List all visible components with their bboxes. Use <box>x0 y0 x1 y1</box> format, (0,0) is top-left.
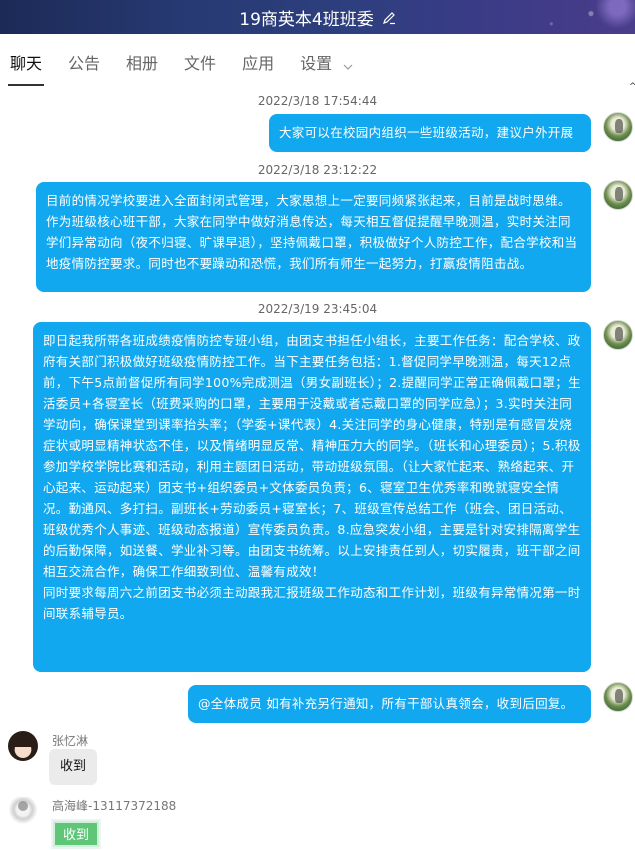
sender-name: 高海峰-13117372188 <box>52 799 177 813</box>
chat-header: 19商英本4班班委 <box>0 0 635 34</box>
group-name: 19商英本4班班委 <box>239 9 374 30</box>
message-bubble[interactable]: @全体成员 如有补充另行通知，所有干部认真领会，收到后回复。 <box>188 685 591 723</box>
tab-announcement[interactable]: 公告 <box>68 34 100 86</box>
tab-files[interactable]: 文件 <box>184 34 216 86</box>
tab-label: 聊天 <box>10 54 43 73</box>
avatar[interactable] <box>603 682 633 712</box>
message-timestamp: 2022/3/18 17:54:44 <box>257 94 378 108</box>
tab-settings[interactable]: 设置 <box>300 34 353 86</box>
message-text: 即日起我所带各班成绩疫情防控专班小组，由团支书担任小组长，主要工作任务：配合学校… <box>43 333 581 579</box>
message-text: 大家可以在校园内组织一些班级活动，建议户外开展 <box>279 125 574 140</box>
message-list[interactable]: 2022/3/18 17:54:44 大家可以在校园内组织一些班级活动，建议户外… <box>0 86 635 850</box>
group-title[interactable]: 19商英本4班班委 <box>0 0 635 34</box>
tab-chat[interactable]: 聊天 <box>7 34 45 86</box>
avatar[interactable] <box>603 320 633 350</box>
message-bubble[interactable]: 目前的情况学校要进入全面封闭式管理，大家思想上一定要同频紧张起来，目前是战时思维… <box>36 182 591 292</box>
message-text: 收到 <box>60 759 87 774</box>
tab-label: 相册 <box>126 54 159 73</box>
tab-label: 公告 <box>68 54 101 73</box>
tab-apps[interactable]: 应用 <box>242 34 274 86</box>
tab-album[interactable]: 相册 <box>126 34 158 86</box>
message-text: 收到 <box>63 828 90 843</box>
message-bubble[interactable]: 大家可以在校园内组织一些班级活动，建议户外开展 <box>269 114 591 152</box>
message-bubble[interactable]: 即日起我所带各班成绩疫情防控专班小组，由团支书担任小组长，主要工作任务：配合学校… <box>33 322 591 672</box>
message-text: 同时要求每周六之前团支书必须主动跟我汇报班级工作动态和工作计划，班级有异常情况第… <box>43 585 581 621</box>
message-bubble[interactable]: 收到 <box>49 749 98 785</box>
tab-label: 应用 <box>242 54 275 73</box>
edit-icon[interactable] <box>382 10 396 25</box>
tab-bar: 聊天 公告 相册 文件 应用 设置 <box>0 34 635 86</box>
tab-label: 文件 <box>184 54 217 73</box>
avatar[interactable] <box>9 797 37 825</box>
message-timestamp: 2022/3/19 23:45:04 <box>257 302 378 316</box>
avatar[interactable] <box>603 112 633 142</box>
tab-label: 设置 <box>300 54 333 73</box>
message-bubble[interactable]: 收到 <box>53 821 100 847</box>
avatar[interactable] <box>603 180 633 210</box>
message-text: 目前的情况学校要进入全面封闭式管理，大家思想上一定要同频紧张起来，目前是战时思维… <box>46 193 578 271</box>
sender-name: 张忆淋 <box>52 734 89 748</box>
message-timestamp: 2022/3/18 23:12:22 <box>257 163 378 177</box>
message-text: @全体成员 如有补充另行通知，所有干部认真领会，收到后回复。 <box>198 696 574 711</box>
avatar[interactable] <box>8 731 38 761</box>
